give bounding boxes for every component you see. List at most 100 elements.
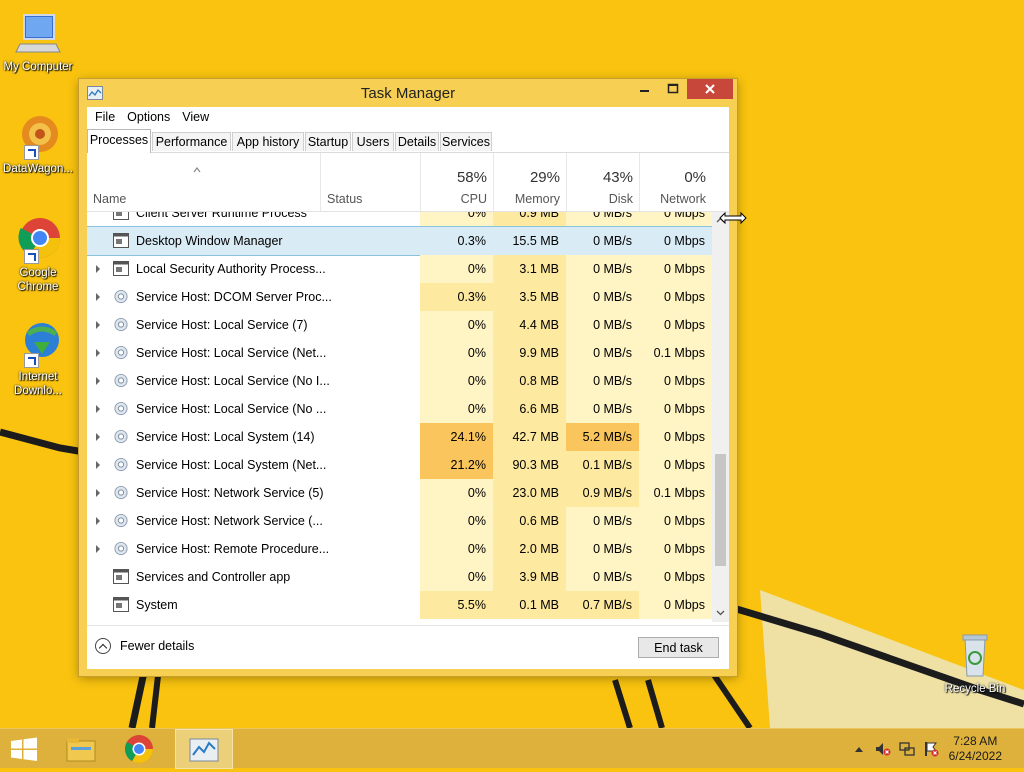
start-button[interactable] [0, 729, 48, 769]
table-row[interactable]: Local Security Authority Process... 0% 3.1… [87, 255, 712, 283]
tab-users[interactable]: Users [352, 132, 394, 151]
datawagon-icon [14, 112, 62, 160]
column-name[interactable]: Name [87, 153, 320, 211]
column-cpu[interactable]: 58% CPU [420, 153, 493, 211]
menu-options[interactable]: Options [121, 107, 176, 127]
title-bar[interactable]: Task Manager [79, 79, 737, 107]
disk-total: 43% [602, 169, 633, 186]
tab-performance[interactable]: Performance [152, 132, 231, 151]
process-name-cell: Service Host: Local Service (Net... [87, 339, 420, 367]
shortcut-arrow-icon [24, 249, 39, 264]
desktop-icon-internet-download-manager[interactable]: Internet Downlo... [0, 320, 76, 398]
table-row[interactable]: Service Host: Network Service (... 0% 0.6 … [87, 507, 712, 535]
process-network-cell: 0 Mbps [639, 451, 712, 479]
tab-app-history[interactable]: App history [232, 132, 304, 151]
desktop-icon-datawagon[interactable]: DataWagon... [0, 112, 76, 176]
volume-muted-icon[interactable] [875, 741, 891, 757]
tab-startup[interactable]: Startup [305, 132, 351, 151]
process-list[interactable]: Client Server Runtime Process 0% 0.9 MB 0 M… [87, 212, 712, 622]
clock[interactable]: 7:28 AM 6/24/2022 [949, 734, 1002, 764]
column-disk[interactable]: 43% Disk [566, 153, 639, 211]
table-row[interactable]: Service Host: Local Service (No ... 0% 6.6… [87, 395, 712, 423]
process-disk-cell: 0 MB/s [593, 234, 632, 248]
table-row[interactable]: Service Host: Network Service (5) 0% 23.0 … [87, 479, 712, 507]
process-disk-cell: 0.9 MB/s [566, 479, 639, 507]
recycle-bin-icon [951, 632, 999, 680]
process-memory-cell: 0.1 MB [493, 591, 566, 619]
tab-details[interactable]: Details [395, 132, 439, 151]
scrollbar-thumb[interactable] [715, 454, 726, 566]
table-row-partial[interactable]: Client Server Runtime Process 0% 0.9 MB 0 M… [87, 212, 712, 227]
column-memory[interactable]: 29% Memory [493, 153, 566, 211]
desktop-icon-label: My Computer [3, 61, 73, 73]
show-hidden-icons-icon[interactable] [852, 743, 866, 757]
table-row[interactable]: Services and Controller app 0% 3.9 MB 0 MB/… [87, 563, 712, 591]
desktop-icon-recycle-bin[interactable]: Recycle Bin [937, 632, 1013, 696]
close-button[interactable] [687, 79, 733, 99]
process-memory-cell: 15.5 MB [512, 234, 559, 248]
process-memory-cell: 4.4 MB [493, 311, 566, 339]
process-network-cell: 0.1 Mbps [639, 479, 712, 507]
tab-processes[interactable]: Processes [87, 129, 151, 153]
end-task-button[interactable]: End task [638, 637, 719, 658]
process-name-cell: Service Host: DCOM Server Proc... [87, 283, 420, 311]
table-row[interactable]: Service Host: DCOM Server Proc... 0.3% 3.5… [87, 283, 712, 311]
minimize-button[interactable] [631, 79, 659, 99]
gear-icon [114, 457, 128, 472]
process-memory-cell: 3.5 MB [493, 283, 566, 311]
table-row[interactable]: Service Host: Local Service (7) 0% 4.4 MB 0… [87, 311, 712, 339]
process-memory-cell: 0.9 MB [493, 212, 566, 227]
process-name: Local Security Authority Process... [136, 262, 326, 276]
fewer-details-button[interactable]: Fewer details [95, 638, 194, 654]
action-center-icon[interactable] [923, 741, 939, 757]
network-icon[interactable] [899, 741, 915, 757]
tab-services[interactable]: Services [440, 132, 492, 151]
column-network[interactable]: 0% Network [639, 153, 712, 211]
process-network-cell: 0 Mbps [639, 311, 712, 339]
minimize-icon [640, 90, 649, 92]
process-disk-cell: 0 MB/s [566, 283, 639, 311]
table-row[interactable]: Service Host: Local Service (Net... 0% 9.9… [87, 339, 712, 367]
table-row[interactable]: Service Host: Remote Procedure... 0% 2.0 M… [87, 535, 712, 563]
process-memory-cell: 9.9 MB [493, 339, 566, 367]
process-cpu-cell: 5.5% [420, 591, 493, 619]
gear-icon [114, 429, 128, 444]
fewer-details-label: Fewer details [120, 639, 195, 653]
taskbar-file-explorer[interactable] [57, 729, 105, 769]
table-row[interactable]: Service Host: Local Service (No I... 0% 0.… [87, 367, 712, 395]
process-cpu-cell: 0% [420, 311, 493, 339]
column-status[interactable]: Status [320, 153, 420, 211]
column-name-label: Name [93, 192, 127, 206]
process-name-cell: System [87, 591, 420, 619]
process-name: Service Host: Network Service (5) [136, 486, 324, 500]
desktop-icon-google-chrome[interactable]: Google Chrome [0, 216, 76, 294]
taskbar-chrome[interactable] [114, 729, 164, 769]
process-cpu-cell: 24.1% [420, 423, 493, 451]
window-icon [113, 569, 129, 584]
process-memory-cell: 90.3 MB [493, 451, 566, 479]
maximize-button[interactable] [659, 79, 687, 99]
table-row[interactable]: Service Host: Local System (Net... 21.2% 9… [87, 451, 712, 479]
process-disk-cell: 0 MB/s [566, 255, 639, 283]
process-disk-cell: 0.7 MB/s [566, 591, 639, 619]
collapse-icon [95, 638, 111, 654]
process-cpu-cell: 21.2% [420, 451, 493, 479]
table-row[interactable]: Service Host: Local System (14) 24.1% 42.7… [87, 423, 712, 451]
process-name-cell: Service Host: Local Service (No I... [87, 367, 420, 395]
gear-icon [114, 513, 128, 528]
menu-view[interactable]: View [176, 107, 215, 127]
desktop-icon-my-computer[interactable]: My Computer [0, 10, 76, 74]
taskbar-task-manager[interactable] [175, 729, 233, 769]
process-name-cell: Service Host: Local System (14) [87, 423, 420, 451]
vertical-scrollbar[interactable] [712, 212, 729, 622]
idm-icon [14, 320, 62, 368]
gear-icon [114, 541, 128, 556]
menu-file[interactable]: File [89, 107, 121, 127]
process-name-cell: Service Host: Network Service (5) [87, 479, 420, 507]
scroll-down-icon[interactable] [716, 608, 725, 617]
process-name-cell: Service Host: Network Service (... [87, 507, 420, 535]
table-row[interactable]: System 5.5% 0.1 MB 0.7 MB/s 0 Mbps [87, 591, 712, 619]
process-name: Service Host: Local Service (Net... [136, 346, 327, 360]
window-icon [113, 233, 129, 248]
table-row[interactable]: Desktop Window Manager 0.3% 15.5 MB 0 MB/s 0… [87, 226, 712, 256]
